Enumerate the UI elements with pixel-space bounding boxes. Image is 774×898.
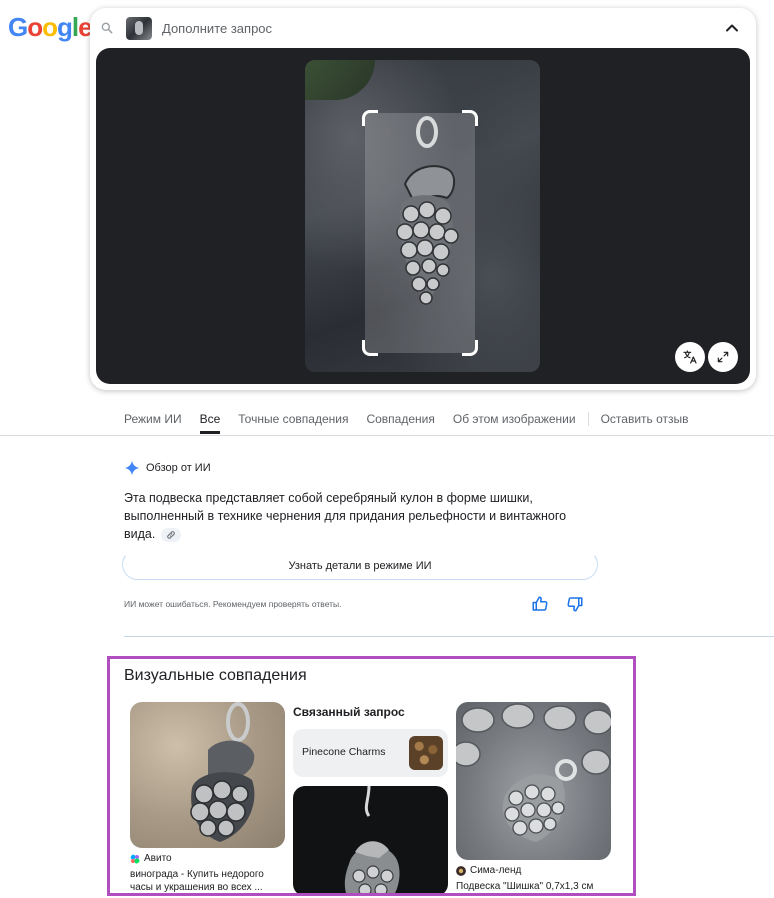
match-source: Сима-ленд [456,865,611,876]
expand-icon [717,351,729,363]
chevron-up-icon [726,24,738,32]
match-image [456,702,611,860]
tab-all[interactable]: Все [199,405,221,434]
ai-overview-body: Эта подвеска представляет собой серебрян… [124,491,567,541]
link-icon [167,530,175,539]
selection-corner[interactable] [462,110,478,126]
match-description: винограда - Купить недорого часы и украш… [130,868,285,893]
tabs-divider-line [0,435,774,436]
ai-mode-details-button[interactable]: Узнать детали в режиме ИИ [122,549,598,580]
leaf-shape [305,60,375,100]
visual-match-card[interactable] [293,786,448,893]
tab-about-image[interactable]: Об этом изображении [453,405,576,434]
match-description: Подвеска "Шишка" 0,7х1,3 см [456,880,611,893]
selection-corner[interactable] [362,340,378,356]
gemini-sparkle-icon [124,460,140,476]
logo-letter: o [27,12,43,42]
match-description-line: Подвеска "Шишка" 0,7х1,3 см [456,881,594,892]
thumbs-up-button[interactable] [531,595,549,613]
tab-matches[interactable]: Совпадения [366,405,434,434]
results-tabs: Режим ИИ Все Точные совпадения Совпадени… [124,405,707,435]
thumbs-down-button[interactable] [566,595,584,613]
ai-disclaimer: ИИ может ошибаться. Рекомендуем проверят… [124,599,342,609]
visual-matches-section: Визуальные совпадения Авито винограда - … [107,656,636,896]
tab-feedback[interactable]: Оставить отзыв [601,405,689,434]
charms-photo [456,703,611,842]
avito-logo-icon [130,854,140,864]
match-image [130,702,285,848]
query-image-thumbnail[interactable] [126,17,152,40]
google-logo[interactable]: Google [8,12,93,43]
visual-matches-title: Визуальные совпадения [124,667,307,684]
collapse-button[interactable] [722,18,742,38]
earring-photo [344,786,400,893]
search-bar [90,8,756,48]
related-query-thumbnail [409,736,443,770]
match-description-line: винограда - Купить недорого [130,869,264,880]
thumbs-up-icon [532,596,548,611]
related-query-label: Pinecone Charms [302,746,386,758]
related-query-chip[interactable]: Pinecone Charms [293,729,448,777]
uploaded-image [305,60,540,372]
visual-match-card[interactable]: Сима-ленд Подвеска "Шишка" 0,7х1,3 см [456,702,611,893]
pendant-image [396,116,459,305]
ai-overview-title: Обзор от ИИ [146,462,211,474]
translate-icon [683,350,697,364]
selection-corner[interactable] [362,110,378,126]
match-source-name: Авито [144,853,172,864]
sima-land-logo-icon [456,865,466,876]
fullscreen-button[interactable] [708,342,738,372]
search-icon [101,22,113,34]
logo-letter: G [8,12,28,42]
ai-overview-divider [124,636,774,637]
pendant-photo [190,702,255,842]
ai-overview-text: Эта подвеска представляет собой серебрян… [124,489,594,543]
lens-search-card [90,8,756,390]
ai-overview-header: Обзор от ИИ [124,460,211,476]
tab-ai-mode[interactable]: Режим ИИ [124,405,182,434]
thumbs-down-icon [567,597,583,612]
selection-corner[interactable] [462,340,478,356]
translate-button[interactable] [675,342,705,372]
related-query-title: Связанный запрос [293,705,405,719]
ai-mode-details-label: Узнать детали в режиме ИИ [288,560,432,572]
logo-letter: o [42,12,58,42]
match-source: Авито [130,853,285,864]
lens-image-panel [96,48,750,384]
visual-match-card[interactable]: Авито винограда - Купить недорого часы и… [130,702,285,893]
logo-letter: g [57,12,73,42]
tab-exact-matches[interactable]: Точные совпадения [238,405,348,434]
match-description-line: часы и украшения во всех ... [130,882,263,893]
source-link-chip[interactable] [160,527,181,542]
tab-divider [587,412,589,426]
search-input[interactable] [162,17,682,39]
match-source-name: Сима-ленд [470,865,522,876]
